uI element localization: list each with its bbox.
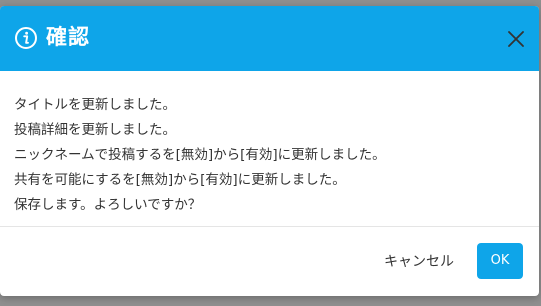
ok-button[interactable]: OK (477, 243, 523, 279)
cancel-button[interactable]: キャンセル (374, 244, 464, 280)
dialog-title: 確認 (46, 25, 90, 49)
footer-divider (0, 226, 539, 227)
message-line: 投稿詳細を更新しました。 (14, 122, 176, 138)
message-line: 共有を可能にするを[無効]から[有効]に更新しました。 (14, 172, 346, 188)
info-circle-icon (15, 27, 37, 49)
close-icon[interactable] (505, 28, 527, 50)
message-line: 保存します。よろしいですか？ (14, 197, 202, 213)
message-line: ニックネームで投稿するを[無効]から[有効]に更新しました。 (14, 147, 386, 163)
dialog-header: 確認 (0, 6, 539, 71)
message-line: タイトルを更新しました。 (14, 97, 176, 113)
dialog-body: タイトルを更新しました。 投稿詳細を更新しました。 ニックネームで投稿するを[無… (0, 71, 539, 226)
confirm-dialog: 確認 タイトルを更新しました。 投稿詳細を更新しました。 ニックネームで投稿する… (0, 6, 539, 296)
